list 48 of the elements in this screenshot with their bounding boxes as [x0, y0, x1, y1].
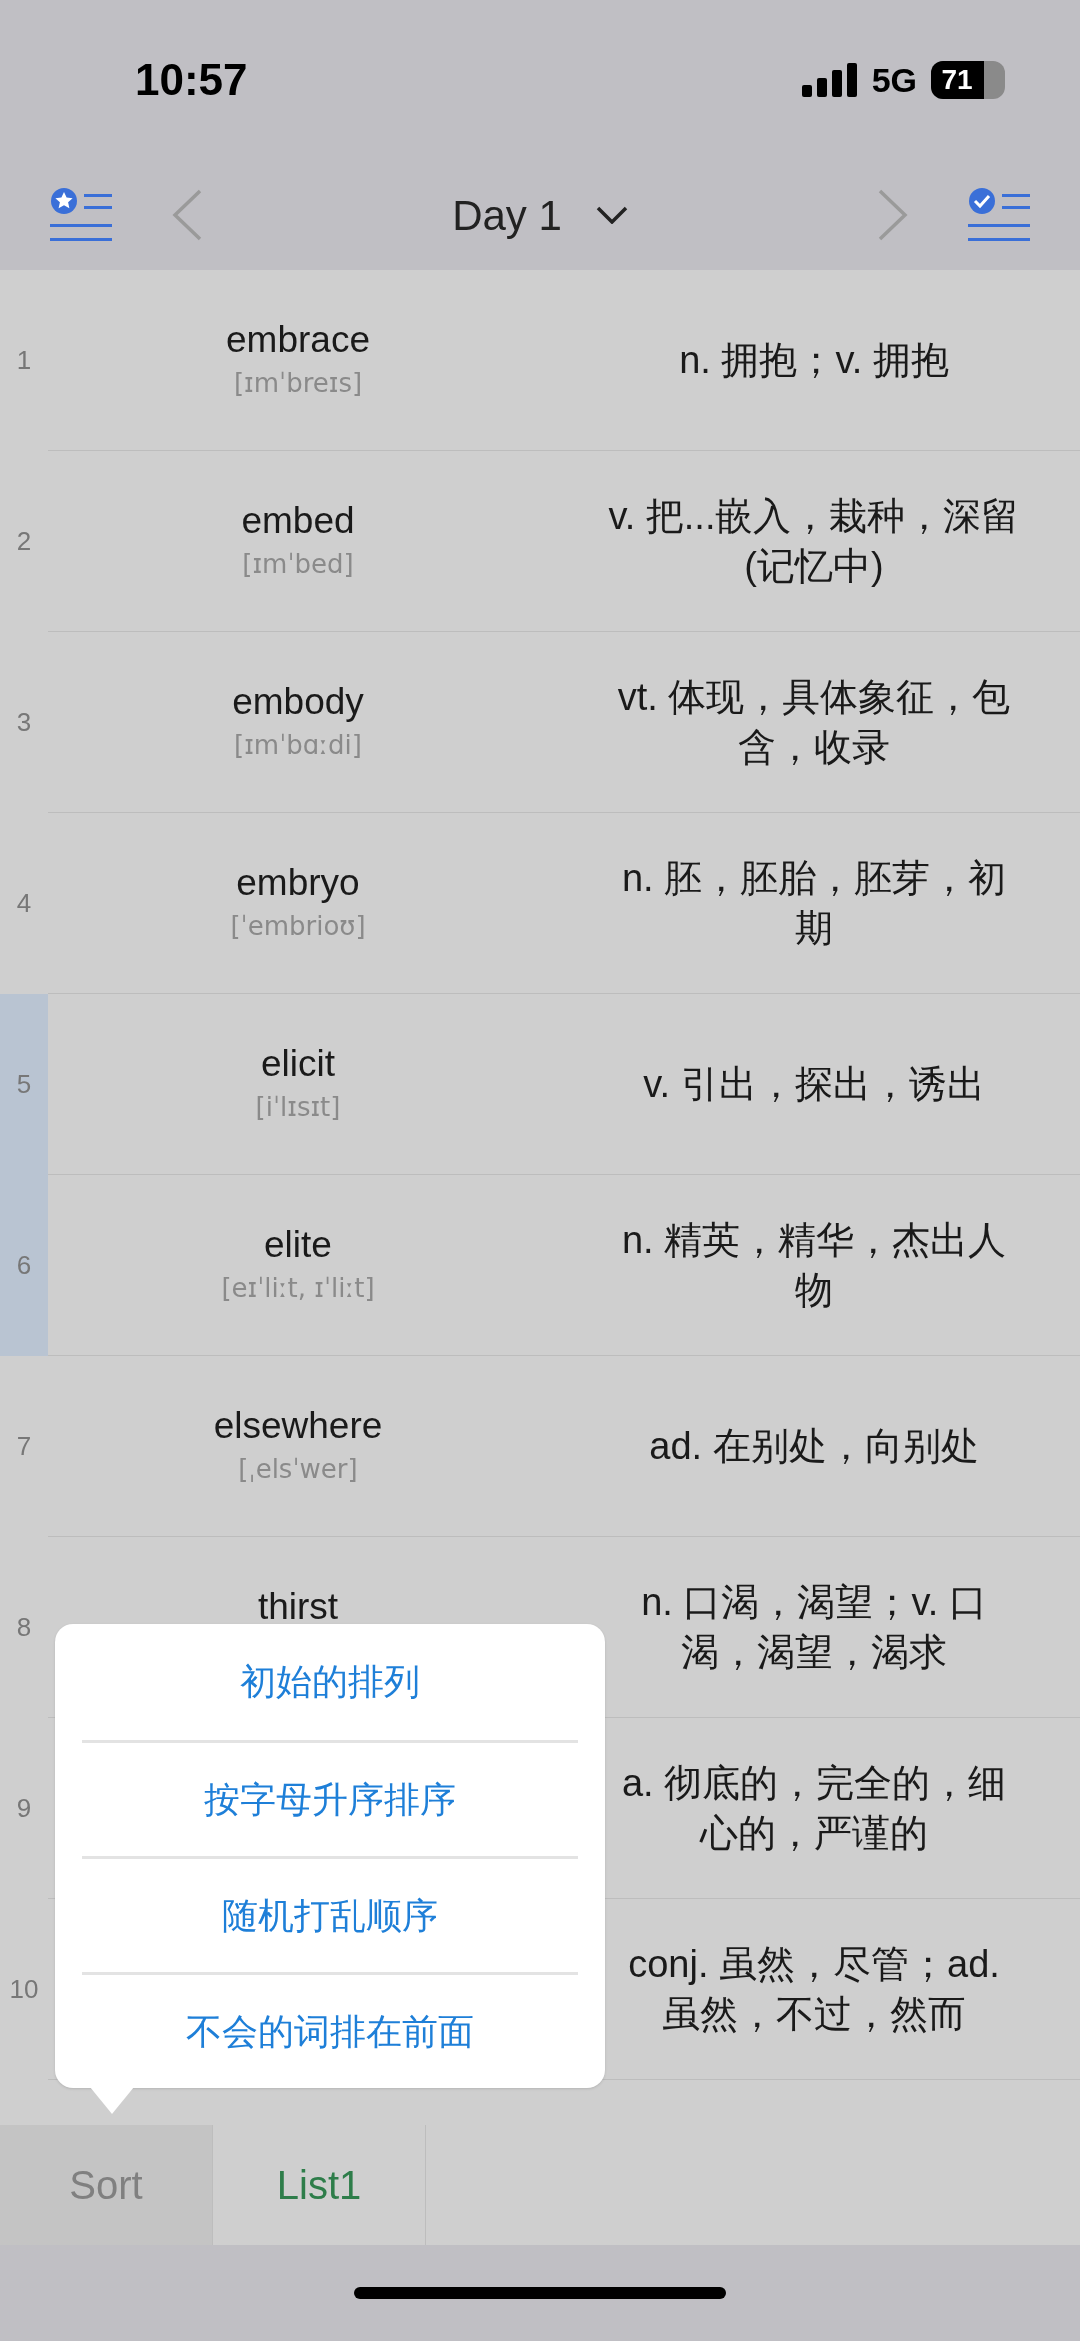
- phonetic: [ˈembrioʊ]: [230, 910, 366, 943]
- meaning: a. 彻底的，完全的，细心的，严谨的: [620, 1761, 1008, 1856]
- word: elite: [264, 1223, 332, 1267]
- meaning: v. 把...嵌入，栽种，深留 (记忆中): [607, 494, 1021, 589]
- word: embrace: [226, 318, 370, 362]
- row-number: 10: [9, 1973, 39, 2006]
- menu-item[interactable]: 不会的词排在前面: [82, 1972, 578, 2088]
- row-number: 5: [16, 1068, 32, 1101]
- word: embed: [241, 499, 355, 543]
- row-number: 7: [16, 1430, 32, 1463]
- menu-item[interactable]: 随机打乱顺序: [82, 1856, 578, 1972]
- chevron-down-icon: [595, 206, 628, 224]
- phonetic: [eɪˈliːt, ɪˈliːt]: [221, 1272, 375, 1305]
- meaning: n. 胚，胚胎，胚芽，初期: [620, 856, 1008, 951]
- network-label: 5G: [871, 59, 917, 101]
- phonetic: [ɪmˈbɑːdi]: [234, 729, 362, 762]
- phonetic: [ˌelsˈwer]: [238, 1453, 358, 1486]
- meaning: n. 精英，精华，杰出人物: [620, 1218, 1008, 1313]
- status-time: 10:57: [135, 54, 248, 106]
- previous-icon[interactable]: [172, 189, 202, 241]
- next-icon[interactable]: [878, 189, 908, 241]
- phonetic: [ɪmˈbreɪs]: [233, 367, 363, 400]
- row-number: 4: [16, 887, 32, 920]
- meaning: n. 口渴，渴望；v. 口渴，渴望，渴求: [640, 1580, 988, 1675]
- row-number: 2: [16, 525, 32, 558]
- menu-item[interactable]: 按字母升序排序: [82, 1740, 578, 1856]
- row-number: 3: [16, 706, 32, 739]
- battery-indicator: 71: [931, 61, 1005, 99]
- signal-icon: [801, 63, 858, 97]
- checked-list-icon[interactable]: [968, 187, 1030, 243]
- row-number: 1: [16, 344, 32, 377]
- word: embryo: [236, 861, 360, 905]
- meaning: n. 拥抱；v. 拥抱: [678, 338, 950, 383]
- meaning: v. 引出，探出，诱出: [642, 1062, 986, 1107]
- row-number: 8: [16, 1611, 32, 1644]
- tab[interactable]: Sort: [0, 2125, 213, 2245]
- meaning: vt. 体现，具体象征，包含，收录: [616, 675, 1012, 770]
- phonetic: [iˈlɪsɪt]: [255, 1091, 341, 1124]
- row-number: 6: [16, 1249, 32, 1282]
- meaning: ad. 在别处，向别处: [648, 1424, 980, 1469]
- word: elicit: [261, 1042, 335, 1086]
- row-number: 9: [16, 1792, 32, 1825]
- star-list-icon[interactable]: [50, 187, 112, 243]
- phonetic: [ɪmˈbed]: [242, 548, 354, 581]
- word: embody: [232, 680, 364, 724]
- meaning: conj. 虽然，尽管；ad. 虽然，不过，然而: [627, 1942, 1001, 2037]
- word: elsewhere: [213, 1404, 383, 1448]
- day-selector[interactable]: Day 1: [452, 183, 628, 247]
